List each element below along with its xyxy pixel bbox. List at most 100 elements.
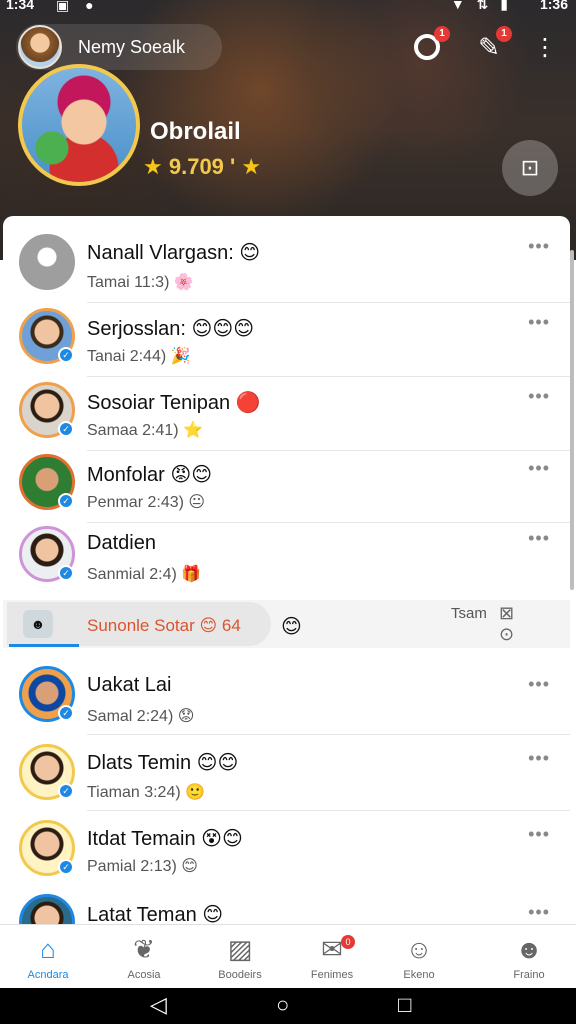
list-item-title: Itdat Temain 😵😊 bbox=[87, 828, 243, 850]
nav-boodeirs[interactable]: ▨ Boodeirs bbox=[195, 933, 285, 981]
camera-icon[interactable]: 1 bbox=[410, 26, 450, 64]
more-icon[interactable]: ••• bbox=[528, 236, 550, 257]
more-icon[interactable]: ••• bbox=[528, 458, 550, 479]
divider bbox=[87, 734, 570, 735]
star-icon: ★ bbox=[241, 154, 262, 179]
more-icon[interactable]: ••• bbox=[528, 386, 550, 407]
user-name: Nemy Soealk bbox=[78, 37, 186, 57]
qr-icon[interactable]: ⊡ bbox=[502, 140, 558, 196]
list-item-subtitle: Samaa 2:41) ⭐ bbox=[87, 422, 203, 439]
more-icon[interactable]: ••• bbox=[528, 824, 550, 845]
list-item-title: Dlats Temin 😊😊 bbox=[87, 752, 239, 774]
verified-icon: ✓ bbox=[58, 859, 74, 875]
more-vert-icon[interactable]: ⋮ bbox=[528, 30, 562, 64]
verified-icon: ✓ bbox=[58, 565, 74, 581]
status-icons-left: ▣ ● bbox=[56, 0, 100, 13]
list-item-subtitle: Tiaman 3:24) 🙂 bbox=[87, 784, 206, 801]
nav-label: Boodeirs bbox=[218, 969, 262, 981]
inbox-icon: ✉ bbox=[321, 934, 343, 964]
list-item-title: Uakat Lai bbox=[87, 674, 172, 696]
status-time-left: 1:34 bbox=[6, 0, 35, 12]
avatar: ✓ bbox=[19, 526, 75, 582]
home-icon: ⌂ bbox=[40, 934, 56, 964]
list-item[interactable]: ✓ Serjosslan: 😊😊😊 Tanai 2:44) 🎉 ••• bbox=[3, 304, 570, 378]
verified-icon: ✓ bbox=[58, 493, 74, 509]
nav-fraino[interactable]: ☻ Fraino bbox=[484, 933, 574, 981]
verified-icon: ✓ bbox=[58, 705, 74, 721]
divider bbox=[87, 450, 570, 451]
list-item[interactable]: Latat Teman 😊 ••• bbox=[3, 888, 570, 926]
user-plus-badge: 1 bbox=[496, 26, 512, 42]
avatar: ✓ bbox=[19, 666, 75, 722]
more-icon[interactable]: ••• bbox=[528, 312, 550, 333]
nav-label: Acndara bbox=[27, 969, 69, 981]
nav-ekeno[interactable]: ☺ Ekeno bbox=[374, 933, 464, 981]
list-item-title: Serjosslan: 😊😊😊 bbox=[87, 318, 255, 340]
rating-value: 9.709 ' bbox=[168, 154, 236, 179]
divider bbox=[87, 810, 570, 811]
more-icon[interactable]: ••• bbox=[528, 528, 550, 549]
nav-acosia[interactable]: ❦ Acosia bbox=[99, 933, 189, 981]
list-item[interactable]: ✓ Uakat Lai Samal 2:24) 😟 ••• bbox=[3, 660, 570, 734]
system-navigation-bar: ◁ ○ □ bbox=[0, 988, 576, 1024]
divider bbox=[87, 376, 570, 377]
bottom-navigation: ⌂ Acndara ❦ Acosia ▨ Boodeirs ✉ 0 Fenime… bbox=[0, 924, 576, 988]
list-item-title: Nanall Vlargasn: 😊 bbox=[87, 242, 261, 264]
now-playing-actions-icon[interactable]: ⊠ ⊙ bbox=[499, 603, 570, 645]
more-icon[interactable]: ••• bbox=[528, 902, 550, 923]
current-user-pill[interactable]: Nemy Soealk bbox=[16, 24, 222, 70]
more-icon[interactable]: ••• bbox=[528, 748, 550, 769]
recents-icon[interactable]: □ bbox=[398, 992, 411, 1018]
more-icon[interactable]: ••• bbox=[528, 674, 550, 695]
bird-icon: ❦ bbox=[133, 934, 155, 964]
list-item[interactable]: ✓ Dlats Temin 😊😊 Tiaman 3:24) 🙂 ••• bbox=[3, 736, 570, 810]
list-item[interactable]: ✓ Monfolar 😡😊 Penmar 2:43) 😐 ••• bbox=[3, 452, 570, 526]
avatar: ✓ bbox=[19, 308, 75, 364]
group-icon: ☻ bbox=[23, 610, 53, 638]
list-item-subtitle: Samal 2:24) 😟 bbox=[87, 708, 195, 725]
emoji-icon[interactable]: 😊 bbox=[281, 614, 302, 639]
avatar bbox=[19, 894, 75, 926]
camera-badge: 1 bbox=[434, 26, 450, 42]
inbox-badge: 0 bbox=[341, 935, 355, 949]
star-icon: ★ bbox=[143, 154, 163, 179]
list-item-title: Latat Teman 😊 bbox=[87, 904, 224, 926]
list-item-title: Sosoiar Tenipan 🔴 bbox=[87, 392, 261, 414]
avatar: ✓ bbox=[19, 820, 75, 876]
user-avatar[interactable] bbox=[18, 25, 62, 69]
list-item[interactable]: Nanall Vlargasn: 😊 Tamai 11:3) 🌸 ••• bbox=[3, 216, 570, 291]
list-item[interactable]: ✓ Sosoiar Tenipan 🔴 Samaa 2:41) ⭐ ••• bbox=[3, 378, 570, 452]
list-item[interactable]: ✓ Datdien Sanmial 2:4) 🎁 ••• bbox=[3, 524, 570, 598]
avatar bbox=[19, 234, 75, 290]
avatar: ✓ bbox=[19, 382, 75, 438]
status-icons-right: ▼ ⇅ ▮ bbox=[450, 0, 512, 12]
back-icon[interactable]: ◁ bbox=[150, 992, 167, 1018]
progress-underline bbox=[9, 644, 79, 647]
list-item-subtitle: Tamai 11:3) 🌸 bbox=[87, 274, 194, 291]
divider bbox=[87, 522, 570, 523]
nav-fenimes[interactable]: ✉ 0 Fenimes bbox=[287, 933, 377, 981]
nav-label: Ekeno bbox=[403, 969, 435, 981]
list-item-title: Monfolar 😡😊 bbox=[87, 464, 213, 486]
nav-label: Acosia bbox=[127, 969, 161, 981]
profile-avatar[interactable] bbox=[18, 64, 140, 186]
avatar: ✓ bbox=[19, 744, 75, 800]
status-time-right: 1:36 bbox=[539, 0, 568, 12]
conversation-list: Nanall Vlargasn: 😊 Tamai 11:3) 🌸 ••• ✓ S… bbox=[3, 216, 570, 926]
home-circle-icon[interactable]: ○ bbox=[276, 992, 289, 1018]
list-item-title: Datdien bbox=[87, 532, 156, 554]
list-item[interactable]: ✓ Itdat Temain 😵😊 Pamial 2:13) 😊 ••• bbox=[3, 812, 570, 886]
verified-icon: ✓ bbox=[58, 783, 74, 799]
profile-name: Obrolail bbox=[150, 118, 241, 145]
list-item-subtitle: Sanmial 2:4) 🎁 bbox=[87, 566, 202, 583]
nav-home[interactable]: ⌂ Acndara bbox=[3, 933, 93, 981]
avatar: ✓ bbox=[19, 454, 75, 510]
now-playing-text: Sunonle Sotar 😊 64 bbox=[87, 616, 241, 635]
person-icon: ☺ bbox=[405, 934, 433, 964]
user-plus-icon[interactable]: ✎ 1 bbox=[472, 26, 512, 64]
verified-icon: ✓ bbox=[58, 421, 74, 437]
profile-icon: ☻ bbox=[515, 934, 543, 964]
verified-icon: ✓ bbox=[58, 347, 74, 363]
list-item-subtitle: Tanai 2:44) 🎉 bbox=[87, 348, 191, 365]
scrollbar[interactable] bbox=[570, 250, 574, 590]
